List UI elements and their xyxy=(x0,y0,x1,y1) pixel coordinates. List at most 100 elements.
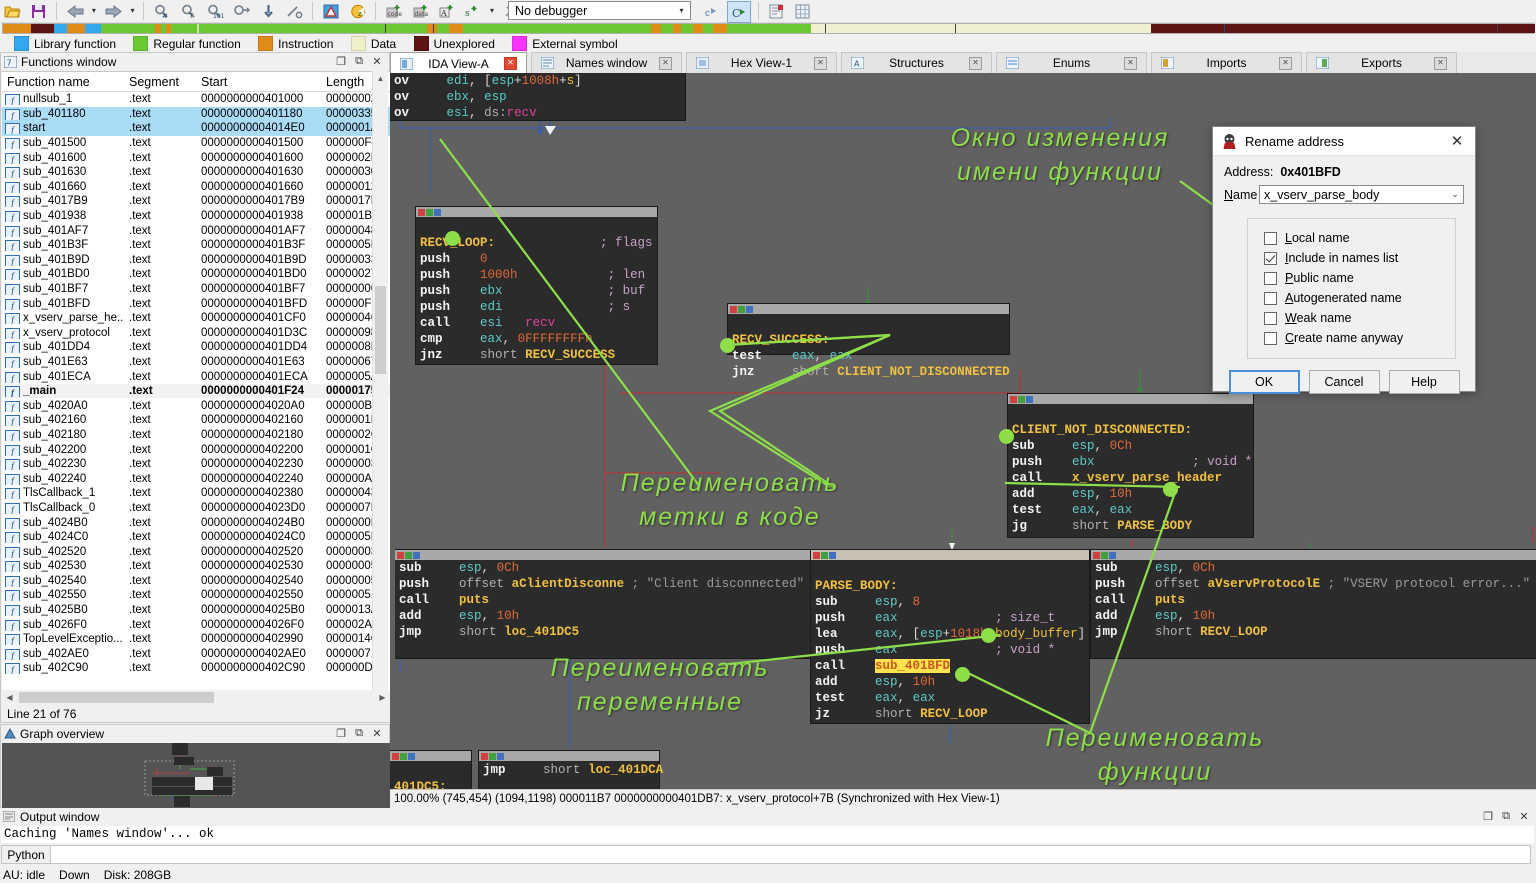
dialog-name-row[interactable]: Name x_vserv_parse_body ⌄ xyxy=(1213,185,1475,204)
tab-structures[interactable]: A Structures ✕ xyxy=(841,52,992,73)
warning-icon[interactable] xyxy=(320,1,342,21)
table-row[interactable]: f sub_401BFD .text 0000000000401BFD 000000F3 xyxy=(2,296,390,311)
table-row[interactable]: f sub_402230 .text 0000000000402230 00000003 xyxy=(2,457,390,472)
back-icon[interactable] xyxy=(64,1,86,21)
close-icon[interactable]: ✕ xyxy=(1434,56,1447,70)
checkbox-box[interactable] xyxy=(1264,311,1277,325)
table-row[interactable]: f sub_401660 .text 0000000000401660 00000012 xyxy=(2,180,390,195)
debugger-toolbar-group[interactable]: c C xyxy=(700,0,814,23)
checkbox-create-name-anyway[interactable]: Create name anyway xyxy=(1248,328,1455,348)
lumina-icon[interactable]: z xyxy=(347,1,369,21)
close-icon[interactable]: ✕ xyxy=(659,56,672,70)
table-row[interactable]: f sub_401180 .text 0000000000401180 00000335 xyxy=(2,106,390,122)
jump-down-icon[interactable] xyxy=(257,1,279,21)
checkbox-box[interactable] xyxy=(1264,231,1277,245)
checkbox-autogenerated-name[interactable]: Autogenerated name xyxy=(1248,288,1455,308)
table-row[interactable]: f sub_401B9D .text 0000000000401B9D 00000033 xyxy=(2,253,390,268)
table-row[interactable]: f sub_401BD0 .text 0000000000401BD0 00000027 xyxy=(2,267,390,282)
table-row[interactable]: f sub_402530 .text 0000000000402530 00000005 xyxy=(2,559,390,574)
graph-overview-canvas[interactable] xyxy=(2,743,390,808)
search-next-icon[interactable] xyxy=(231,1,253,21)
tab-ida-view-a[interactable]: IDA View-A ✕ xyxy=(390,52,527,74)
table-row[interactable]: f sub_401BF7 .text 0000000000401BF7 00000006 xyxy=(2,282,390,297)
make-dropdown-caret[interactable]: ▾ xyxy=(488,0,497,20)
scrollbar-thumb[interactable] xyxy=(19,692,214,703)
column-header-start[interactable]: Start xyxy=(196,75,321,89)
restore-icon[interactable]: ❐ xyxy=(333,55,349,68)
checkbox-public-name[interactable]: Public name xyxy=(1248,268,1455,288)
functions-table-header[interactable]: Function name Segment Start Length xyxy=(2,72,390,92)
tab-names-window[interactable]: Names window ✕ xyxy=(531,52,682,73)
functions-table[interactable]: Function name Segment Start Length f null… xyxy=(2,71,390,706)
rename-address-dialog[interactable]: Rename address ✕ Address: 0x401BFD Name … xyxy=(1212,126,1476,394)
table-row[interactable]: f sub_4024B0 .text 00000000004024B0 0000000E xyxy=(2,515,390,530)
functions-vertical-scrollbar[interactable]: ▲ ▼ xyxy=(372,71,388,705)
cancel-button[interactable]: Cancel xyxy=(1308,370,1380,394)
checkbox-box[interactable] xyxy=(1264,271,1277,285)
table-row[interactable]: f sub_401ECA .text 0000000000401ECA 0000005A xyxy=(2,369,390,384)
graph-overview-panel[interactable]: Graph overview ❐ ⧉ ✕ xyxy=(0,724,390,808)
dock-icon[interactable]: ⧉ xyxy=(1498,810,1514,823)
tab-imports[interactable]: Imports ✕ xyxy=(1151,52,1302,73)
checkbox-include-in-names-list[interactable]: Include in names list xyxy=(1248,248,1455,268)
cli-language-button[interactable]: Python xyxy=(1,845,51,864)
functions-horizontal-scrollbar[interactable]: ◀ ▶ xyxy=(2,690,390,705)
table-row[interactable]: f sub_401B3F .text 0000000000401B3F 0000005E xyxy=(2,238,390,253)
make-ascii-icon[interactable]: A xyxy=(436,1,458,21)
c-run-icon[interactable]: C xyxy=(727,1,752,23)
close-icon[interactable]: ✕ xyxy=(1124,56,1137,70)
table-row[interactable]: f sub_4024C0 .text 00000000004024C0 0000005B xyxy=(2,530,390,545)
table-row[interactable]: f TopLevelExceptio... .text 000000000040299… xyxy=(2,632,390,647)
close-icon[interactable]: ✕ xyxy=(504,57,517,70)
table-row[interactable]: f sub_402540 .text 0000000000402540 00000005 xyxy=(2,574,390,589)
close-icon[interactable]: ✕ xyxy=(369,727,385,740)
make-struct-icon[interactable]: s xyxy=(462,1,484,21)
column-header-function-name[interactable]: Function name xyxy=(2,75,124,89)
checkbox-local-name[interactable]: Local name xyxy=(1248,228,1455,248)
chevron-down-icon[interactable]: ⌄ xyxy=(1447,189,1463,200)
table-row[interactable]: f TlsCallback_1 .text 0000000000402380 00000… xyxy=(2,486,390,501)
dialog-checkbox-group[interactable]: Local name Include in names list Public … xyxy=(1247,218,1456,359)
cut-icon[interactable] xyxy=(283,1,305,21)
make-code-icon[interactable]: code xyxy=(383,1,405,21)
table-row[interactable]: f sub_401DD4 .text 0000000000401DD4 0000008F xyxy=(2,340,390,355)
close-icon[interactable]: ✕ xyxy=(1516,810,1532,823)
checkbox-box[interactable] xyxy=(1264,331,1277,345)
table-row[interactable]: f sub_402520 .text 0000000000402520 00000003 xyxy=(2,544,390,559)
table-row[interactable]: f sub_402200 .text 0000000000402200 0000001C xyxy=(2,442,390,457)
search-hex-icon[interactable]: # xyxy=(152,1,174,21)
tab-enums[interactable]: Enums ✕ xyxy=(996,52,1147,73)
output-window-controls[interactable]: ❐ ⧉ ✕ xyxy=(1480,810,1536,823)
table-row[interactable]: f sub_402180 .text 0000000000402180 0000002C xyxy=(2,428,390,443)
chevron-down-icon[interactable]: ▾ xyxy=(673,6,690,15)
table-row[interactable]: f sub_4017B9 .text 00000000004017B9 0000017F xyxy=(2,194,390,209)
main-toolbar[interactable]: ▾ ▾ # T 101 z code data A s ▾ No debugge… xyxy=(0,0,1536,23)
close-icon[interactable]: ✕ xyxy=(1439,127,1475,155)
save-icon[interactable] xyxy=(27,1,49,21)
functions-window-controls[interactable]: ❐ ⧉ ✕ xyxy=(333,55,389,68)
table-row[interactable]: f sub_4025B0 .text 00000000004025B0 0000013A xyxy=(2,603,390,618)
scrollbar-thumb[interactable] xyxy=(375,286,386,374)
table-row[interactable]: f sub_402AE0 .text 0000000000402AE0 00000071 xyxy=(2,647,390,662)
forward-dropdown-caret[interactable]: ▾ xyxy=(128,0,137,20)
scroll-right-icon[interactable]: ▶ xyxy=(375,693,390,702)
table-row[interactable]: f nullsub_1 .text 0000000000401000 00000002 xyxy=(2,92,390,107)
close-icon[interactable]: ✕ xyxy=(1279,56,1292,70)
table-row[interactable]: f sub_4020A0 .text 00000000004020A0 000000B2 xyxy=(2,398,390,413)
table-row[interactable]: f sub_402160 .text 0000000000402160 0000001D xyxy=(2,413,390,428)
dialog-buttons[interactable]: OK Cancel Help xyxy=(1213,370,1475,394)
tab-exports[interactable]: Exports ✕ xyxy=(1306,52,1457,73)
functions-table-body[interactable]: f nullsub_1 .text 0000000000401000 00000002 f… xyxy=(2,92,390,676)
scroll-left-icon[interactable]: ◀ xyxy=(2,693,17,702)
table-row[interactable]: f sub_401938 .text 0000000000401938 000001BF xyxy=(2,209,390,224)
column-header-segment[interactable]: Segment xyxy=(124,75,196,89)
tab-hex-view-1[interactable]: Hex View-1 ✕ xyxy=(686,52,837,73)
dock-icon[interactable]: ⧉ xyxy=(351,727,367,740)
restore-icon[interactable]: ❐ xyxy=(333,727,349,740)
table-row[interactable]: f TlsCallback_0 .text 00000000004023D0 00000… xyxy=(2,501,390,516)
checkbox-weak-name[interactable]: Weak name xyxy=(1248,308,1455,328)
checkbox-box[interactable] xyxy=(1264,251,1277,265)
checkbox-box[interactable] xyxy=(1264,291,1277,305)
table-row[interactable]: f start .text 00000000004014E0 0000001A xyxy=(2,121,390,136)
cli-input[interactable] xyxy=(51,845,1531,864)
